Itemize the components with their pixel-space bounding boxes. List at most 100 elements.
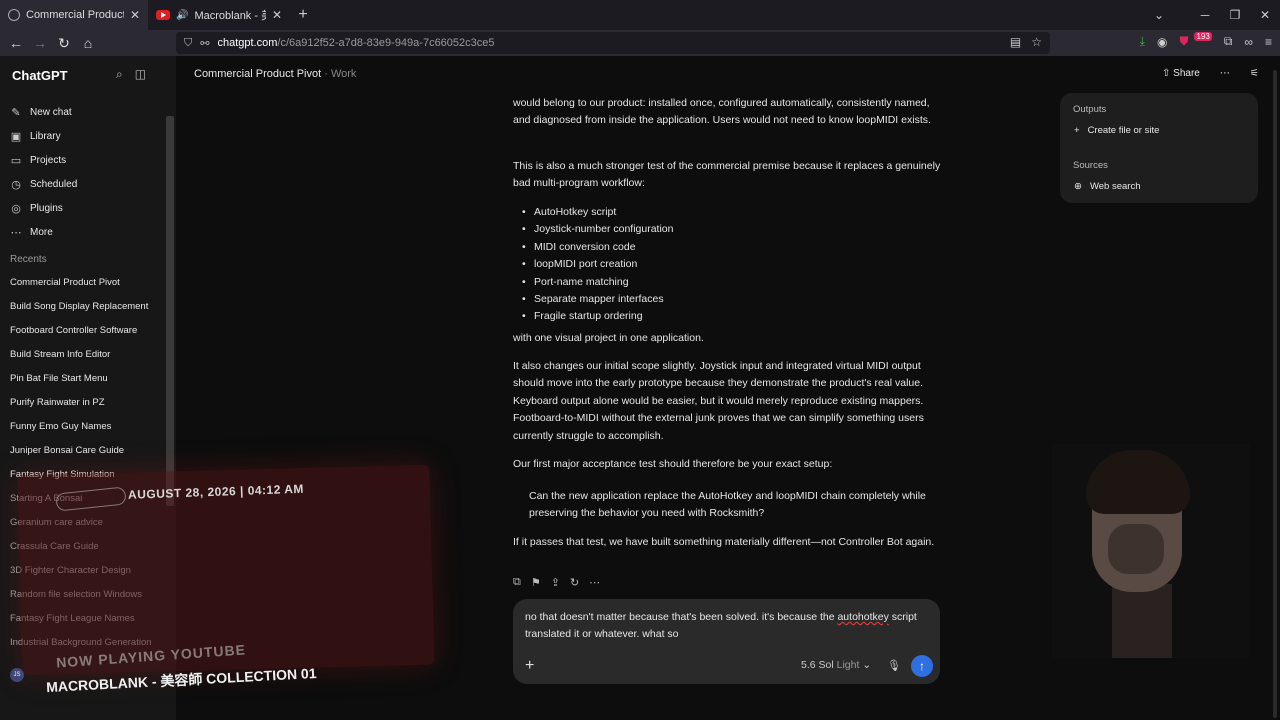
recent-chat-item[interactable]: Funny Emo Guy Names: [10, 414, 160, 438]
clock-icon: ◷: [11, 178, 21, 191]
sidebar-item-scheduled[interactable]: ◷ Scheduled: [10, 172, 77, 196]
sidebar-item-more[interactable]: ⋯ More: [10, 220, 77, 244]
sidebar-item-new-chat[interactable]: ✎ New chat: [10, 100, 77, 124]
extension-glasses-icon[interactable]: ∞: [1244, 35, 1253, 49]
tab-title: Macroblank - 美容師 COLLE: [194, 10, 265, 22]
regenerate-icon[interactable]: ↻: [570, 576, 579, 589]
recent-chat-item[interactable]: Commercial Product Pivot: [10, 270, 160, 294]
sidebar-item-library[interactable]: ▣ Library: [10, 124, 77, 148]
tab-macroblank[interactable]: 🔊 Macroblank - 美容師 COLLE ✕: [148, 0, 290, 30]
outputs-heading: Outputs: [1073, 104, 1107, 115]
speaker-icon[interactable]: 🔊: [176, 10, 188, 21]
shield-icon[interactable]: ⛉: [184, 37, 192, 50]
extensions-puzzle-icon[interactable]: ⧉: [1224, 34, 1233, 49]
recent-chat-item[interactable]: Build Song Display Replacement: [10, 294, 160, 318]
list-item: Fragile startup ordering: [522, 308, 673, 326]
bookmark-star-icon[interactable]: ☆: [1031, 35, 1042, 49]
tab-title: Commercial Product Pivot: [26, 9, 124, 21]
add-attachment-button[interactable]: +: [525, 657, 534, 675]
sidebar-item-label: Plugins: [30, 202, 63, 214]
share-icon[interactable]: ⇪: [551, 576, 560, 589]
maximize-button[interactable]: ❐: [1220, 8, 1250, 22]
sidebar-item-label: New chat: [30, 106, 72, 118]
menu-icon[interactable]: ≡: [1265, 35, 1272, 49]
browser-nav-bar: ← → ↻ ⌂ ⛉ ⚯ chatgpt.com/c/6a912f52-a7d8-…: [0, 30, 1280, 56]
tab-list-chevron-icon[interactable]: ⌄: [1144, 8, 1174, 22]
assistant-paragraph: with one visual project in one applicati…: [513, 332, 704, 344]
browser-tab-bar: Commercial Product Pivot ✕ 🔊 Macroblank …: [0, 0, 1280, 30]
prompt-input[interactable]: no that doesn't matter because that's be…: [525, 609, 930, 644]
assistant-paragraph: It also changes our initial scope slight…: [513, 360, 924, 442]
edit-icon: ✎: [11, 106, 21, 119]
web-search-source[interactable]: ⊕ Web search: [1074, 181, 1140, 192]
close-tab-icon[interactable]: ✕: [272, 8, 282, 22]
url-bar[interactable]: ⛉ ⚯ chatgpt.com/c/6a912f52-a7d8-83e9-949…: [176, 32, 1050, 54]
sidebar-item-label: Library: [30, 130, 61, 142]
sidebar-item-label: Scheduled: [30, 178, 78, 190]
sidebar-item-plugins[interactable]: ◎ Plugins: [10, 196, 77, 220]
recent-chat-item[interactable]: Juniper Bonsai Care Guide: [10, 438, 160, 462]
more-icon[interactable]: ⋯: [589, 576, 600, 589]
new-tab-button[interactable]: +: [290, 6, 316, 24]
sidebar-item-label: More: [30, 226, 53, 238]
workflow-list: AutoHotkey script Joystick-number config…: [522, 204, 673, 326]
conversation-title-text: Commercial Product Pivot: [194, 68, 322, 80]
list-item: Joystick-number configuration: [522, 221, 673, 239]
sidebar-toggle-icon[interactable]: ◫: [135, 67, 146, 82]
model-selector[interactable]: 5.6 Sol Light ⌄: [801, 659, 871, 671]
close-tab-icon[interactable]: ✕: [130, 8, 140, 22]
sidebar-item-projects[interactable]: ▭ Projects: [10, 148, 77, 172]
recent-chat-item[interactable]: Build Stream Info Editor: [10, 342, 160, 366]
minimize-button[interactable]: ─: [1190, 8, 1220, 22]
create-file-button[interactable]: + Create file or site: [1074, 125, 1159, 136]
chatgpt-favicon-icon: [8, 9, 20, 21]
main-scrollbar[interactable]: [1270, 56, 1280, 720]
conversation-title[interactable]: Commercial Product Pivot · Work: [194, 68, 356, 80]
recent-chat-item[interactable]: Pin Bat File Start Menu: [10, 366, 160, 390]
composer: no that doesn't matter because that's be…: [513, 599, 940, 684]
recent-chat-item[interactable]: Footboard Controller Software: [10, 318, 160, 342]
sidebar-scrollbar[interactable]: [166, 116, 174, 506]
site-info-icon[interactable]: ⚯: [200, 37, 209, 50]
back-button[interactable]: ←: [4, 35, 28, 51]
project-name[interactable]: Work: [331, 68, 356, 80]
list-item: Port-name matching: [522, 274, 673, 292]
sidebar-item-label: Projects: [30, 154, 67, 166]
reader-view-icon[interactable]: ▤: [1010, 35, 1021, 49]
webcam-overlay: [1052, 444, 1250, 658]
reload-button[interactable]: ↻: [52, 35, 76, 52]
url-path: /c/6a912f52-a7d8-83e9-949a-7c66052c3ce5: [277, 37, 495, 49]
account-icon[interactable]: ◉: [1157, 35, 1167, 49]
home-button[interactable]: ⌂: [76, 35, 100, 51]
list-item: AutoHotkey script: [522, 204, 673, 222]
feedback-icon[interactable]: ⚑: [531, 576, 541, 589]
globe-icon: ⊕: [1074, 181, 1082, 192]
blockquote: Can the new application replace the Auto…: [529, 490, 926, 519]
assistant-paragraph: This is also a much stronger test of the…: [513, 160, 941, 190]
share-button[interactable]: ⇧ Share: [1162, 68, 1200, 79]
close-window-button[interactable]: ✕: [1250, 8, 1280, 22]
search-icon[interactable]: ⌕: [116, 67, 123, 82]
recent-chat-item[interactable]: Purify Rainwater in PZ: [10, 390, 160, 414]
tab-commercial-product-pivot[interactable]: Commercial Product Pivot ✕: [0, 0, 148, 30]
notification-badge: 193: [1194, 32, 1212, 41]
copy-icon[interactable]: ⧉: [513, 576, 521, 589]
outputs-panel: Outputs + Create file or site Sources ⊕ We…: [1060, 93, 1258, 203]
share-icon: ⇧: [1162, 68, 1171, 79]
panel-toggle-icon[interactable]: ⚟: [1250, 68, 1259, 79]
youtube-favicon-icon: [156, 10, 170, 20]
microphone-icon[interactable]: 🎙: [887, 659, 901, 672]
plugin-icon: ◎: [11, 202, 21, 215]
forward-button[interactable]: →: [28, 35, 52, 51]
send-button[interactable]: ↑: [911, 655, 933, 677]
assistant-paragraph: would belong to our product: installed o…: [513, 97, 931, 127]
extension-ublock-icon[interactable]: ⛊: [1179, 34, 1188, 49]
brand-logo[interactable]: ChatGPT: [12, 68, 68, 83]
assistant-paragraph: Our first major acceptance test should t…: [513, 458, 833, 470]
more-options-icon[interactable]: ⋯: [1220, 68, 1230, 79]
message-actions: ⧉ ⚑ ⇪ ↻ ⋯: [513, 576, 600, 589]
plus-icon: +: [1074, 125, 1080, 136]
download-icon[interactable]: ⤓: [1140, 34, 1145, 49]
sources-heading: Sources: [1073, 160, 1108, 171]
list-item: MIDI conversion code: [522, 239, 673, 257]
